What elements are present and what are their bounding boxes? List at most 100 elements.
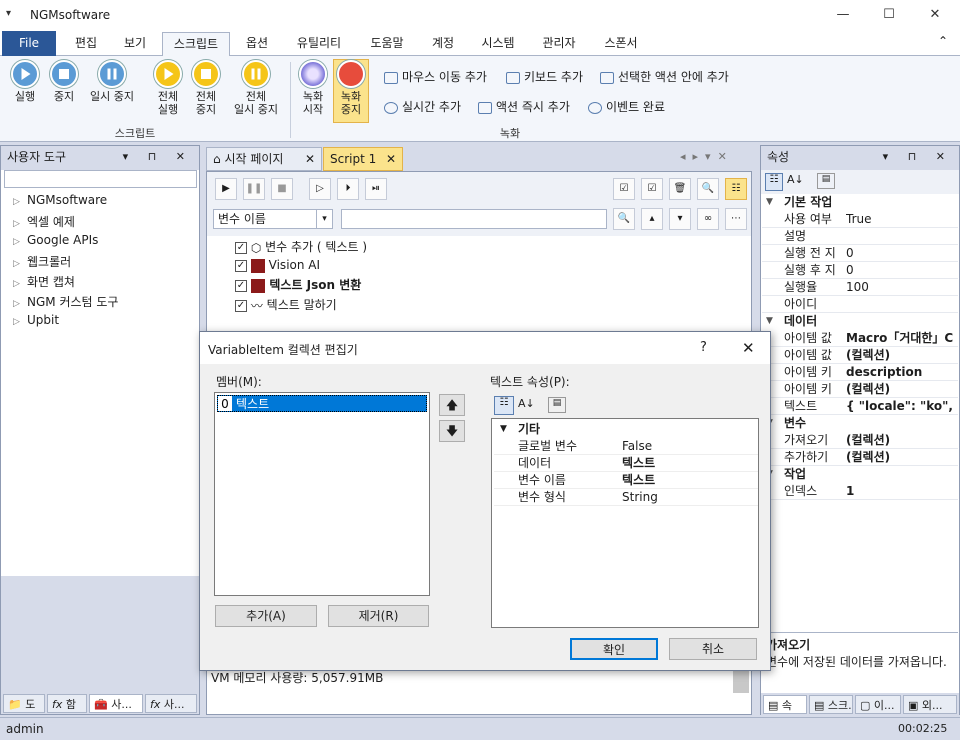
panel-controls[interactable]: ▾ ⊓ ✕ (123, 146, 193, 168)
move-down-button[interactable]: ▾ (669, 208, 691, 230)
ok-button[interactable]: 확인 (570, 638, 658, 660)
sort-az-icon[interactable]: A↓ (787, 173, 804, 186)
dialog-property-row[interactable]: 변수 형식 String (494, 489, 758, 506)
run-button[interactable]: 실행 (6, 60, 44, 103)
tab-help[interactable]: 도움말 (358, 32, 416, 56)
editor-run-selected-button[interactable]: ⏯ (365, 178, 387, 200)
add-action-instant-button[interactable]: 액션 즉시 추가 (478, 98, 570, 115)
property-row[interactable]: 인덱스 1 (762, 483, 958, 500)
members-list[interactable]: 0 텍스트 (214, 392, 430, 596)
pause-button[interactable]: 일시 중지 (84, 60, 140, 103)
tab-utility[interactable]: 유틸리티 (284, 32, 354, 56)
tab-script[interactable]: 스크립트 (162, 32, 230, 57)
tree-item[interactable]: ▷ Google APIs (13, 233, 98, 247)
property-row[interactable]: 추가하기 (컬렉션) (762, 449, 958, 466)
record-start-button[interactable]: 녹화 시작 (296, 60, 330, 116)
tab-file[interactable]: File (2, 31, 56, 56)
sort-az-icon[interactable]: A↓ (518, 397, 535, 410)
move-up-button[interactable]: ▴ (641, 208, 663, 230)
tab-functions[interactable]: fx 함 (47, 694, 87, 713)
add-keyboard-button[interactable]: 키보드 추가 (506, 68, 583, 85)
categorized-icon[interactable]: ☷ (765, 173, 783, 191)
checkbox[interactable]: ✓ (235, 259, 247, 272)
remove-button[interactable]: 제거(R) (328, 605, 429, 627)
property-row[interactable]: 아이템 값 (컬렉션) (762, 347, 958, 364)
checkbox[interactable]: ✓ (235, 299, 247, 312)
action-item[interactable]: ✓ 텍스트 Json 변환 (235, 276, 361, 293)
categorized-icon[interactable]: ☷ (494, 396, 514, 415)
add-button[interactable]: 추가(A) (215, 605, 317, 627)
tab-tools[interactable]: 📁 도 (3, 694, 45, 713)
tab-options[interactable]: 옵션 (234, 32, 280, 56)
move-down-button[interactable]: 🡇 (439, 420, 465, 442)
minimize-button[interactable]: — (820, 0, 866, 30)
delete-button[interactable]: 🗑 (669, 178, 691, 200)
pause-all-button[interactable]: 전체 일시 중지 (228, 60, 284, 116)
tree-item[interactable]: ▷ 웹크롤러 (13, 253, 71, 270)
property-row[interactable]: 사용 여부 True (762, 211, 958, 228)
tab-external-api[interactable]: ▣ 외... (903, 695, 957, 714)
property-row[interactable]: 실행 후 지0 (762, 262, 958, 279)
dialog-property-row[interactable]: 글로벌 변수 False (494, 438, 758, 455)
tab-view[interactable]: 보기 (112, 32, 158, 56)
add-inside-action-button[interactable]: 선택한 액션 안에 추가 (600, 68, 729, 85)
help-button[interactable]: ? (700, 340, 707, 355)
dialog-property-row[interactable]: 데이터 텍스트 (494, 455, 758, 472)
check-button[interactable]: ☑ (641, 178, 663, 200)
find-button[interactable]: 🔍 (697, 178, 719, 200)
tree-item[interactable]: ▷ NGMsoftware (13, 193, 107, 207)
property-row[interactable]: 가져오기 (컬렉션) (762, 432, 958, 449)
tab-start-page[interactable]: ⌂ 시작 페이지 ✕ (206, 147, 322, 171)
tree-view-button[interactable]: ☷ (725, 178, 747, 200)
record-stop-button[interactable]: 녹화 중지 (333, 59, 369, 123)
search-icon[interactable]: 🔍 (613, 208, 635, 230)
editor-stop-button[interactable]: ■ (271, 178, 293, 200)
tab-sponsor[interactable]: 스폰서 (592, 32, 650, 56)
property-row[interactable]: 아이템 값 Macro「거대한」C (762, 330, 958, 347)
ribbon-collapse-icon[interactable]: ⌃ (938, 34, 948, 48)
property-row[interactable]: 실행율 100 (762, 279, 958, 296)
run-all-button[interactable]: 전체 실행 (150, 60, 186, 116)
variable-search-input[interactable] (341, 209, 607, 229)
editor-step-button[interactable]: ▷ (309, 178, 331, 200)
property-row[interactable]: 실행 전 지0 (762, 245, 958, 262)
checkbox[interactable]: ✓ (235, 241, 247, 254)
tab-script-1[interactable]: Script 1 ✕ (323, 147, 403, 171)
stop-button[interactable]: 중지 (46, 60, 82, 103)
tab-system[interactable]: 시스템 (470, 32, 526, 56)
property-row[interactable]: 설명 (762, 228, 958, 245)
dialog-close-icon[interactable]: ✕ (742, 339, 755, 357)
more-button[interactable]: ⋯ (725, 208, 747, 230)
user-tools-search[interactable] (4, 170, 197, 188)
maximize-button[interactable]: ☐ (866, 0, 912, 30)
property-row[interactable]: 아이템 키 (컬렉션) (762, 381, 958, 398)
doc-tab-controls[interactable]: ◂▸▾✕ (680, 150, 734, 163)
tree-item[interactable]: ▷ 엑셀 예제 (13, 213, 75, 230)
tab-image[interactable]: ▢ 이... (855, 695, 901, 714)
system-menu-icon[interactable]: ▾ (6, 8, 11, 19)
checkbox[interactable]: ✓ (235, 279, 247, 292)
tree-item[interactable]: ▷ 화면 캡쳐 (13, 273, 75, 290)
tab-user-tools[interactable]: 🧰 사... (89, 694, 143, 713)
action-item[interactable]: ✓ 〰 텍스트 말하기 (235, 296, 337, 314)
action-item[interactable]: ✓ Vision AI (235, 258, 320, 273)
tab-user-functions[interactable]: fx 사... (145, 694, 197, 713)
cancel-button[interactable]: 취소 (669, 638, 757, 660)
property-row[interactable]: 아이템 키 description (762, 364, 958, 381)
tab-admin[interactable]: 관리자 (530, 32, 588, 56)
loop-button[interactable]: ∞ (697, 208, 719, 230)
move-up-button[interactable]: 🡅 (439, 394, 465, 416)
panel-controls[interactable]: ▾ ⊓ ✕ (883, 146, 953, 168)
tab-edit[interactable]: 편집 (62, 32, 110, 56)
property-pages-icon[interactable]: ▤ (548, 397, 566, 413)
add-mouse-move-button[interactable]: 마우스 이동 추가 (384, 68, 487, 85)
tab-account[interactable]: 계정 (420, 32, 466, 56)
close-button[interactable]: ✕ (912, 0, 958, 30)
property-pages-icon[interactable]: ▤ (817, 173, 835, 189)
tree-item[interactable]: ▷ Upbit (13, 313, 59, 327)
dialog-property-row[interactable]: 변수 이름 텍스트 (494, 472, 758, 489)
editor-play-button[interactable]: ▶ (215, 178, 237, 200)
property-row[interactable]: 텍스트{ "locale": "ko", " (762, 398, 958, 415)
check-all-button[interactable]: ☑ (613, 178, 635, 200)
variable-select[interactable]: 변수 이름 ▾ (213, 209, 333, 229)
